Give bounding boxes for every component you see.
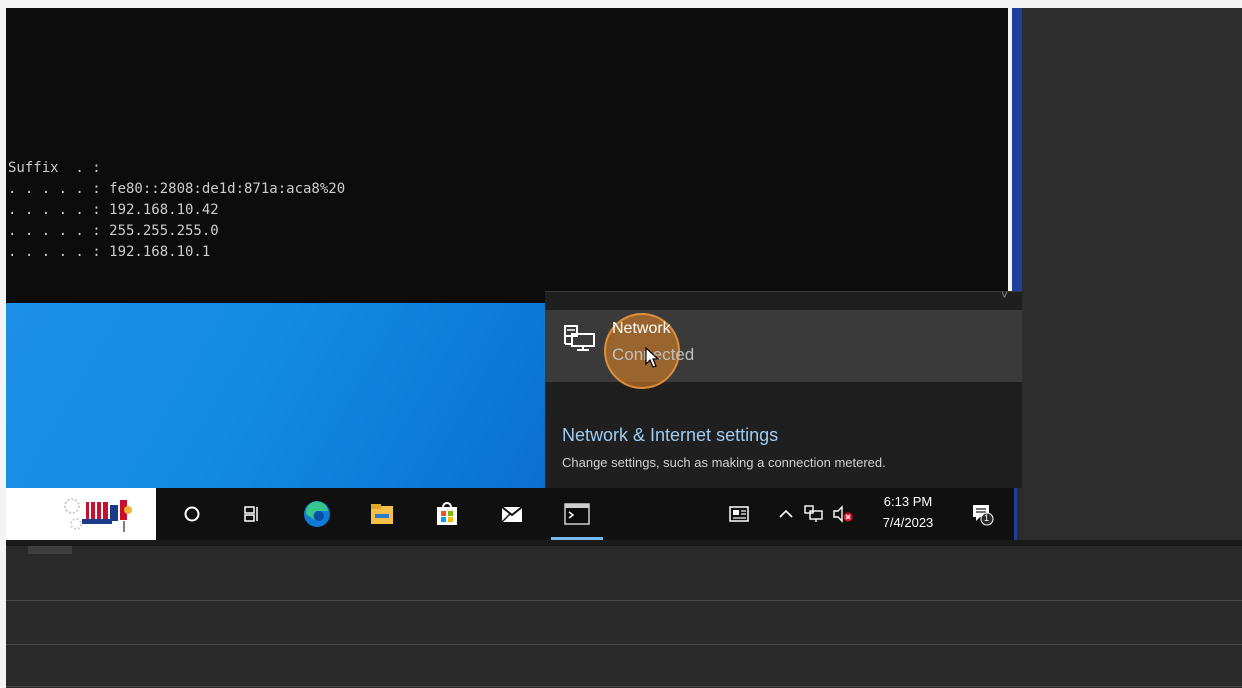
network-settings-description: Change settings, such as making a connec… (562, 455, 886, 470)
console-line: . . . . . : 192.168.10.42 (8, 202, 219, 218)
track-divider (6, 686, 1242, 687)
file-explorer-button[interactable] (364, 496, 400, 532)
network-tray-button[interactable] (802, 496, 826, 532)
timeline-playhead[interactable] (28, 546, 72, 554)
mouse-cursor-icon (645, 347, 660, 368)
command-prompt-window[interactable]: Suffix . :. . . . . : fe80::2808:de1d:87… (6, 8, 1016, 303)
command-prompt-button[interactable] (559, 496, 595, 532)
patriotic-hat-icon (64, 498, 132, 532)
network-flyout: ˅ Network Connected Network & Internet s… (545, 288, 1022, 488)
cortana-button[interactable] (174, 496, 210, 532)
store-icon (437, 502, 457, 525)
edge-button[interactable] (299, 496, 335, 532)
clock-date[interactable]: 7/4/2023 (878, 515, 938, 530)
action-center-button[interactable]: 1 (964, 496, 1000, 532)
show-hidden-icons-button[interactable] (776, 496, 796, 532)
clock-time[interactable]: 6:13 PM (878, 494, 938, 509)
volume-muted-icon (833, 505, 853, 523)
console-line: Suffix . : (8, 160, 101, 176)
notification-count-badge: 1 (984, 513, 990, 523)
notification-icon (973, 505, 994, 526)
task-view-icon (244, 506, 258, 522)
side-panel (1022, 8, 1242, 540)
taskbar-edge-accent (1014, 488, 1017, 540)
console-line: . . . . . : 255.255.255.0 (8, 223, 219, 239)
taskbar: 6:13 PM 7/4/2023 1 (6, 488, 1016, 540)
news-tray-button[interactable] (722, 496, 758, 532)
flyout-grip-icon: ˅ (1000, 288, 1008, 302)
console-output: Suffix . :. . . . . : fe80::2808:de1d:87… (8, 158, 345, 263)
track-divider (6, 644, 1242, 645)
task-view-button[interactable] (234, 496, 270, 532)
file-explorer-icon (371, 504, 393, 524)
chevron-up-icon (779, 509, 793, 518)
network-name: Network (612, 320, 671, 337)
store-button[interactable] (429, 496, 465, 532)
console-line: . . . . . : 192.168.10.1 (8, 244, 211, 260)
wired-network-icon (564, 325, 595, 351)
command-prompt-icon (564, 503, 590, 525)
mail-icon (501, 506, 523, 523)
window-border-accent (1012, 8, 1022, 298)
news-icon (729, 506, 749, 522)
console-line: . . . . . : fe80::2808:de1d:871a:aca8%20 (8, 181, 346, 197)
screen-recording-frame: Suffix . :. . . . . : fe80::2808:de1d:87… (6, 8, 1242, 688)
editor-timeline (6, 540, 1242, 688)
network-internet-settings-link[interactable]: Network & Internet settings (562, 425, 778, 446)
desktop-wallpaper (6, 303, 551, 488)
start-button-decoration[interactable] (6, 488, 156, 540)
volume-tray-button[interactable] (830, 496, 856, 532)
cortana-icon (184, 506, 200, 522)
network-icon (804, 505, 823, 522)
track-divider (6, 600, 1242, 601)
mail-button[interactable] (494, 496, 530, 532)
edge-icon (304, 501, 330, 527)
network-connection-item[interactable]: Network Connected (545, 310, 1022, 389)
